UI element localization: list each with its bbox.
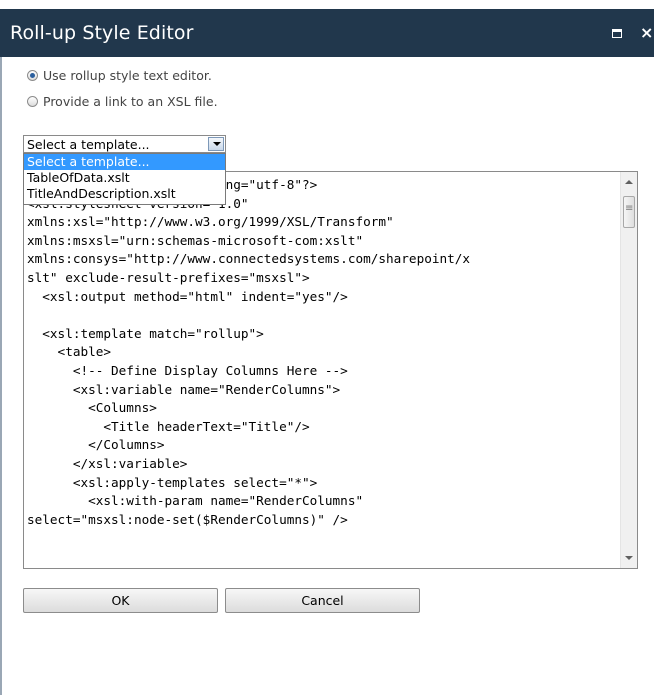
scroll-up-icon[interactable] xyxy=(625,180,633,184)
link-xsl-option[interactable]: Provide a link to an XSL file. xyxy=(27,94,218,109)
cancel-button[interactable]: Cancel xyxy=(225,588,420,613)
code-line: xmlns:msxsl="urn:schemas-microsoft-com:x… xyxy=(27,232,364,248)
code-line: select="msxsl:node-set($RenderColumns)" … xyxy=(27,511,348,527)
code-line: <table> xyxy=(27,344,112,360)
template-select[interactable]: Select a template... xyxy=(23,135,226,153)
code-line: xmlns:xsl="http://www.w3.org/1999/XSL/Tr… xyxy=(27,214,394,230)
ok-button[interactable]: OK xyxy=(23,588,218,613)
code-line: <xsl:output method="html" indent="yes"/> xyxy=(27,288,348,304)
use-editor-label: Use rollup style text editor. xyxy=(43,68,212,83)
code-line: slt" exclude-result-prefixes="msxsl"> xyxy=(27,269,310,285)
dialog-left-border xyxy=(0,57,2,695)
code-line: <!-- Define Display Columns Here --> xyxy=(27,362,348,378)
use-editor-radio[interactable] xyxy=(27,70,38,81)
template-option[interactable]: TitleAndDescription.xslt xyxy=(24,186,225,202)
use-editor-option[interactable]: Use rollup style text editor. xyxy=(27,68,212,83)
dialog-title: Roll-up Style Editor xyxy=(10,22,194,44)
code-line: </Columns> xyxy=(27,437,165,453)
scroll-down-icon[interactable] xyxy=(625,556,633,560)
template-select-value: Select a template... xyxy=(27,137,150,152)
editor-scrollbar[interactable] xyxy=(620,172,637,568)
template-option[interactable]: TableOfData.xslt xyxy=(24,170,225,186)
chevron-down-icon[interactable] xyxy=(208,137,224,151)
code-line: xmlns:consys="http://www.connectedsystem… xyxy=(27,251,471,267)
code-line: <xsl:template match="rollup"> xyxy=(27,325,264,341)
dialog-titlebar: Roll-up Style Editor × xyxy=(0,9,654,57)
code-line: <xsl:apply-templates select="*"> xyxy=(27,474,318,490)
template-option[interactable]: Select a template... xyxy=(24,154,225,170)
xsl-text-editor[interactable]: <?xml version="1.0" encoding="utf-8"?><x… xyxy=(23,171,638,569)
code-line: <Title headerText="Title"/> xyxy=(27,418,310,434)
code-line: </xsl:variable> xyxy=(27,455,188,471)
xsl-code: <?xml version="1.0" encoding="utf-8"?><x… xyxy=(27,176,617,529)
link-xsl-label: Provide a link to an XSL file. xyxy=(43,94,218,109)
template-dropdown-list: Select a template... TableOfData.xslt Ti… xyxy=(23,153,226,205)
close-icon[interactable]: × xyxy=(640,23,653,42)
code-line: <Columns> xyxy=(27,400,157,416)
link-xsl-radio[interactable] xyxy=(27,96,38,107)
maximize-icon[interactable] xyxy=(612,29,622,38)
code-line: <xsl:variable name="RenderColumns"> xyxy=(27,381,341,397)
code-line: <xsl:with-param name="RenderColumns" xyxy=(27,493,364,509)
scroll-thumb[interactable] xyxy=(623,196,635,228)
roll-up-style-editor-dialog: Roll-up Style Editor × Use rollup style … xyxy=(0,0,654,695)
